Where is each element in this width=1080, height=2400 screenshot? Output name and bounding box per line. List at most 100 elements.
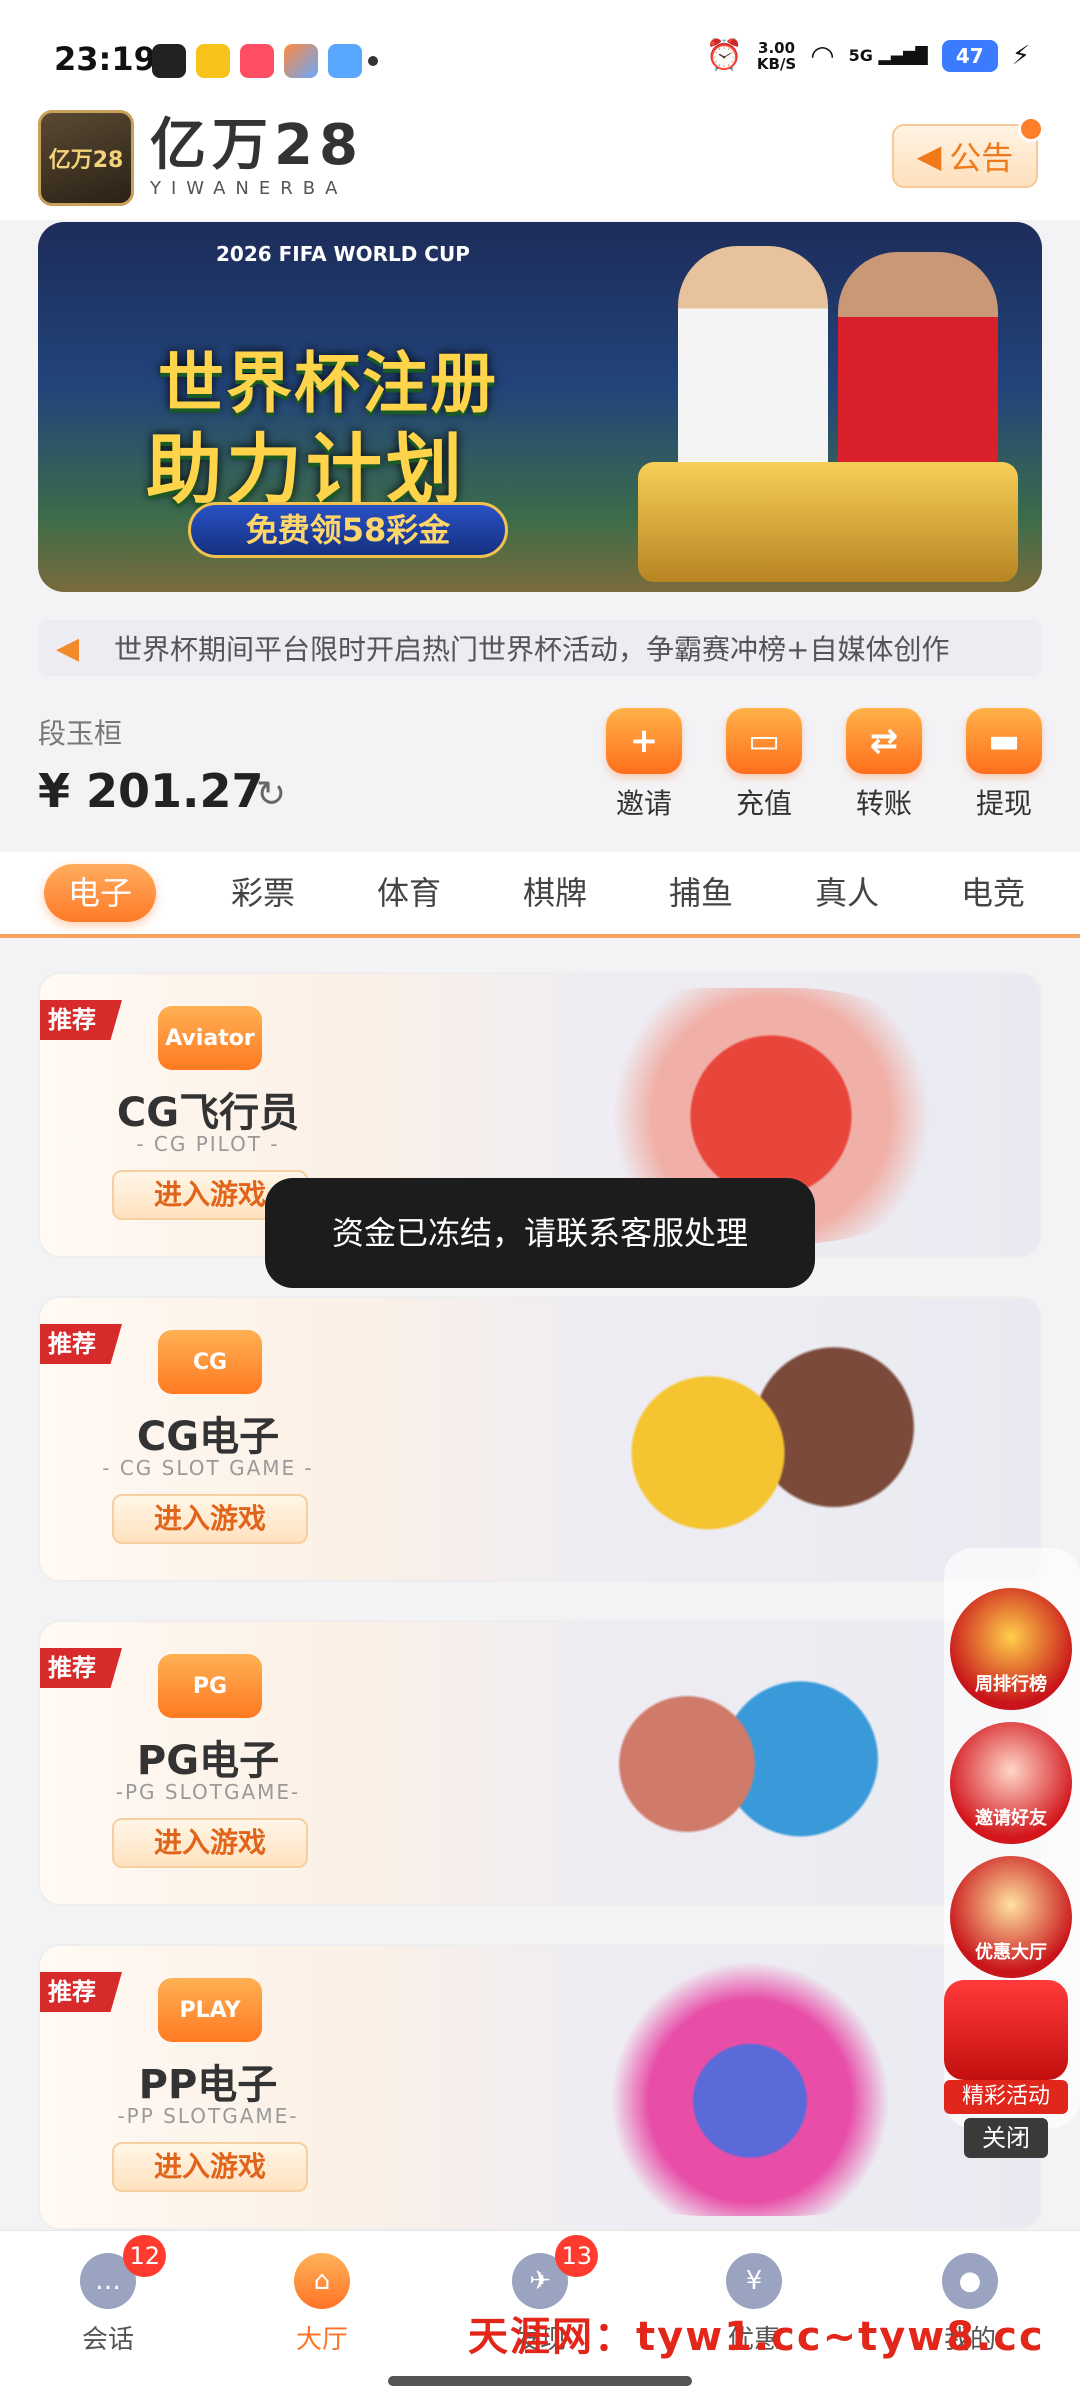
tab-cards[interactable]: 棋牌 [482,864,628,922]
game-card[interactable]: 推荐 PLAY PP电子 -PP SLOTGAME- 进入游戏 [38,1944,1042,2230]
promo-icon: ¥ [726,2253,782,2309]
game-card[interactable]: 推荐 PG PG电子 -PG SLOTGAME- 进入游戏 [38,1620,1042,1906]
action-label: 邀请 [615,787,672,820]
chat-icon: … 12 [80,2235,166,2309]
floating-label: 优惠大厅 [975,1942,1047,1963]
game-logo: PG [158,1654,262,1718]
net-speed-value: 3.00 [758,38,796,57]
invite-friends-icon[interactable]: 邀请好友 [950,1722,1072,1844]
weekly-ranking-icon[interactable]: 周排行榜 [950,1588,1072,1710]
featured-activity[interactable]: 精彩活动 关闭 [944,1980,1068,2158]
banner-ribbon: 免费领58彩金 [188,502,508,558]
action-transfer[interactable]: ⇄ 转账 [846,708,922,822]
balance-amount: ¥ 201.27 [38,764,264,818]
marquee-text: 世界杯期间平台限时开启热门世界杯活动，争霸赛冲榜+自媒体创作 [114,633,950,666]
wallet-icon: ▭ [726,708,802,774]
category-tabs: 电子 彩票 体育 棋牌 捕鱼 真人 电竞 [0,852,1080,938]
refresh-icon[interactable]: ↻ [256,774,286,815]
transfer-icon: ⇄ [846,708,922,774]
action-label: 充值 [735,787,792,820]
status-indicators: ⏰ 3.00 KB/S ◠ 5G ▂▄▆█ 47 ⚡ [706,38,1030,73]
net-speed: 3.00 KB/S [757,40,796,72]
game-name: CG电子 [136,1414,280,1460]
featured-activity-label: 精彩活动 [944,2080,1068,2114]
game-art [540,1960,960,2216]
enter-game-button[interactable]: 进入游戏 [112,1818,308,1868]
unread-badge: 12 [123,2235,166,2277]
app-header: 亿万28 亿万28 YIWANERBA ◀ 公告 [0,110,1080,220]
game-card[interactable]: 推荐 CG CG电子 - CG SLOT GAME - 进入游戏 [38,1296,1042,1582]
action-label: 转账 [855,787,912,820]
profile-icon: ● [942,2253,998,2309]
weather-icon [328,44,362,78]
close-button[interactable]: 关闭 [964,2118,1048,2158]
enter-game-button[interactable]: 进入游戏 [112,2142,308,2192]
recommend-tag: 推荐 [40,1000,122,1040]
action-deposit[interactable]: ▭ 充值 [726,708,802,822]
action-withdraw[interactable]: ▬ 提现 [966,708,1042,822]
floating-label: 周排行榜 [975,1674,1047,1695]
game-name: PP电子 [138,2062,278,2108]
status-app-icons [152,44,362,78]
username: 段玉桓 [38,717,123,750]
game-art [540,1636,960,1892]
nav-hall[interactable]: ⌂ 大厅 [252,2253,392,2356]
unread-badge: 13 [555,2235,598,2277]
tab-fishing[interactable]: 捕鱼 [628,864,774,922]
status-bar: 23:19 ⏰ 3.00 KB/S ◠ 5G ▂▄▆█ 47 ⚡ [0,0,1080,110]
tab-esports[interactable]: 电竞 [920,864,1066,922]
battery-icon: 47 [941,39,998,72]
player-image-left [678,246,828,486]
game-logo: CG [158,1330,262,1394]
notice-marquee[interactable]: ◀ 世界杯期间平台限时开启热门世界杯活动，争霸赛冲榜+自媒体创作 [38,620,1042,676]
card-icon: ▬ [966,708,1042,774]
speaker-icon: ◀ [56,630,80,666]
nav-chat[interactable]: … 12 会话 [38,2235,178,2356]
action-invite[interactable]: + 邀请 [606,708,682,822]
wifi-icon: ◠ [810,39,835,72]
promo-banner[interactable]: 2026 FIFA WORLD CUP 世界杯注册 助力计划 免费领58彩金 [38,222,1042,592]
promo-hall-icon[interactable]: 优惠大厅 [950,1856,1072,1978]
app-icon-gradient [284,44,318,78]
signal-label: 5G [848,46,873,65]
speaker-icon: ◀ [916,137,942,175]
game-logo: Aviator [158,1006,262,1070]
app-icon-yellow [196,44,230,78]
net-speed-unit: KB/S [756,54,797,73]
game-art [540,1312,960,1568]
wechat-icon [152,44,186,78]
tab-sports[interactable]: 体育 [336,864,482,922]
banner-badge: 2026 FIFA WORLD CUP [216,242,470,266]
cell-signal-icon: 5G ▂▄▆█ [848,46,928,65]
nav-label: 会话 [81,2325,134,2355]
gift-box-icon [944,1980,1068,2080]
brand-logo[interactable]: 亿万28 [38,110,134,206]
announcement-label: 公告 [949,139,1014,177]
invite-icon: + [606,708,682,774]
toast-message: 资金已冻结，请联系客服处理 [265,1178,815,1288]
watermark-text: 天涯网：tyw1.cc~tyw8.cc [468,2314,1045,2360]
announcement-button[interactable]: ◀ 公告 [892,116,1044,188]
tab-electronic[interactable]: 电子 [44,864,156,922]
game-name: PG电子 [136,1738,280,1784]
discover-icon: ✈ 13 [512,2235,598,2309]
game-name: CG飞行员 [116,1090,300,1136]
game-subtitle: -PG SLOTGAME- [115,1780,301,1804]
tab-live[interactable]: 真人 [774,864,920,922]
home-indicator[interactable] [388,2376,692,2386]
recommend-tag: 推荐 [40,1972,122,2012]
game-logo: PLAY [158,1978,262,2042]
announcement-dot [1018,116,1044,142]
app-icon-red [240,44,274,78]
recommend-tag: 推荐 [40,1648,122,1688]
charging-icon: ⚡ [1011,40,1030,71]
brand-name: 亿万28 [150,113,364,178]
game-subtitle: - CG PILOT - [136,1132,280,1156]
game-list: 推荐 Aviator CG飞行员 - CG PILOT - 进入游戏 推荐 CG… [38,972,1042,2268]
gold-prizes-image [638,462,1018,582]
enter-game-button[interactable]: 进入游戏 [112,1494,308,1544]
brand-subtitle: YIWANERBA [150,178,348,199]
tab-lottery[interactable]: 彩票 [190,864,336,922]
hall-icon: ⌂ [294,2253,350,2309]
nav-label: 大厅 [295,2325,348,2355]
